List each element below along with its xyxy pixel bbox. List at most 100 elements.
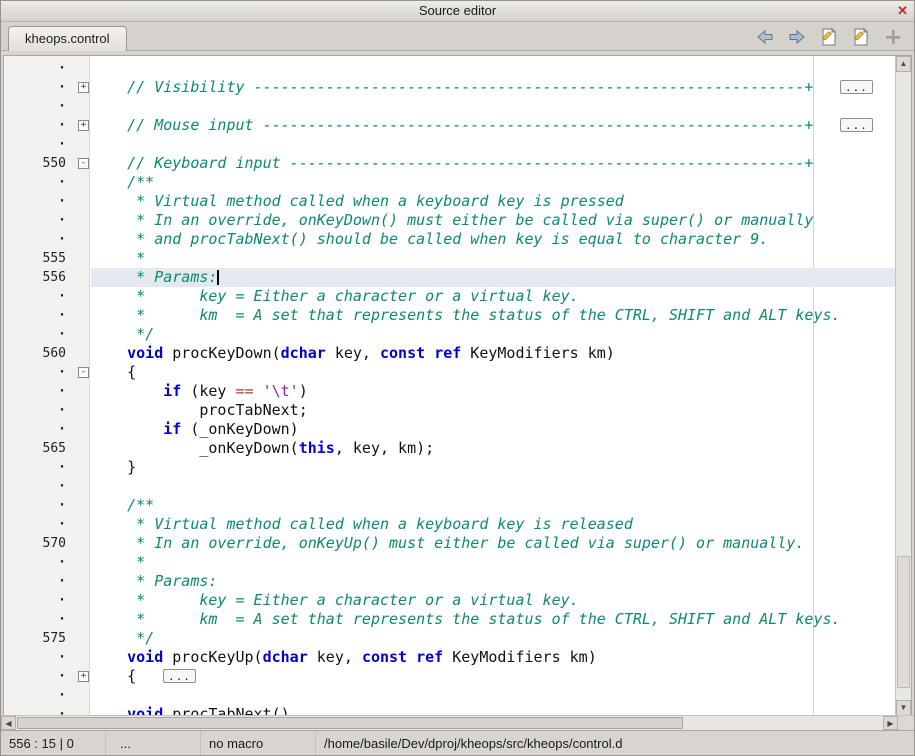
line-dot: ·: [4, 572, 66, 591]
code-token: ref: [434, 344, 461, 362]
gutter-row: ·: [4, 515, 89, 534]
gutter-row: ·: [4, 192, 89, 211]
code-line[interactable]: [91, 686, 895, 705]
code-line[interactable]: [91, 97, 895, 116]
window-title: Source editor: [419, 3, 496, 18]
horizontal-scroll-thumb[interactable]: [17, 717, 683, 729]
code-area[interactable]: // Visibility --------------------------…: [91, 56, 895, 716]
line-dot: ·: [4, 230, 66, 249]
collapsed-fold-ellipsis[interactable]: ...: [840, 80, 873, 94]
code-line[interactable]: procTabNext;: [91, 401, 895, 420]
line-dot: ·: [4, 553, 66, 572]
code-token: ): [299, 382, 308, 400]
line-number: 560: [4, 344, 66, 363]
code-line[interactable]: */: [91, 325, 895, 344]
line-dot: ·: [4, 173, 66, 192]
fold-expand-icon[interactable]: +: [78, 671, 89, 682]
go-forward-icon[interactable]: [786, 26, 808, 48]
detach-icon[interactable]: [882, 26, 904, 48]
code-line[interactable]: // Visibility --------------------------…: [91, 78, 895, 97]
fold-collapse-icon[interactable]: -: [78, 158, 89, 169]
gutter-row: 555: [4, 249, 89, 268]
code-line[interactable]: * In an override, onKeyDown() must eithe…: [91, 211, 895, 230]
editor[interactable]: ··+··+·550-····555556···560·-···565····5…: [3, 55, 912, 717]
code-line[interactable]: * Params:: [91, 572, 895, 591]
code-line[interactable]: [91, 135, 895, 154]
current-code-line[interactable]: * Params:: [91, 268, 895, 287]
fold-expand-icon[interactable]: +: [78, 120, 89, 131]
scroll-left-icon[interactable]: ◀: [1, 716, 16, 730]
code-line[interactable]: * In an override, onKeyUp() must either …: [91, 534, 895, 553]
source-editor-window: Source editor ✕ kheops.control: [0, 0, 915, 756]
collapsed-fold-ellipsis[interactable]: ...: [163, 669, 196, 683]
scroll-up-icon[interactable]: ▲: [896, 56, 911, 72]
code-line[interactable]: /**: [91, 496, 895, 515]
code-line[interactable]: }: [91, 458, 895, 477]
code-line[interactable]: */: [91, 629, 895, 648]
save-as-icon[interactable]: [850, 26, 872, 48]
code-line[interactable]: void procKeyUp(dchar key, const ref KeyM…: [91, 648, 895, 667]
code-token: */: [91, 325, 154, 343]
code-token: this: [299, 439, 335, 457]
code-token: dchar: [281, 344, 326, 362]
titlebar[interactable]: Source editor ✕: [1, 1, 914, 22]
code-line[interactable]: if (_onKeyDown): [91, 420, 895, 439]
code-line[interactable]: * and procTabNext() should be called whe…: [91, 230, 895, 249]
fold-collapse-icon[interactable]: -: [78, 367, 89, 378]
scroll-right-icon[interactable]: ▶: [883, 716, 898, 730]
code-token: * km = A set that represents the status …: [91, 306, 841, 324]
code-line[interactable]: {: [91, 363, 895, 382]
line-dot: ·: [4, 135, 66, 154]
code-line[interactable]: * km = A set that represents the status …: [91, 306, 895, 325]
code-token: * key = Either a character or a virtual …: [91, 287, 579, 305]
code-line[interactable]: * key = Either a character or a virtual …: [91, 287, 895, 306]
code-line[interactable]: *: [91, 553, 895, 572]
gutter: ··+··+·550-····555556···560·-···565····5…: [4, 56, 90, 716]
code-token: {: [91, 667, 136, 685]
code-token: , key, km);: [335, 439, 434, 457]
collapsed-fold-ellipsis[interactable]: ...: [840, 118, 873, 132]
code-line[interactable]: /**: [91, 173, 895, 192]
code-token: }: [91, 458, 136, 476]
tab-kheops-control[interactable]: kheops.control: [8, 26, 127, 51]
code-line[interactable]: void procKeyDown(dchar key, const ref Ke…: [91, 344, 895, 363]
gutter-row: ·: [4, 572, 89, 591]
code-token: * and procTabNext() should be called whe…: [91, 230, 768, 248]
fold-expand-icon[interactable]: +: [78, 82, 89, 93]
gutter-row: ·: [4, 420, 89, 439]
save-icon[interactable]: [818, 26, 840, 48]
line-number: 555: [4, 249, 66, 268]
gutter-row: 556: [4, 268, 89, 287]
vertical-scrollbar[interactable]: ▲ ▼: [895, 56, 911, 716]
line-dot: ·: [4, 496, 66, 515]
line-dot: ·: [4, 686, 66, 705]
code-token: '\t': [263, 382, 299, 400]
code-token: if: [163, 420, 181, 438]
code-token: _onKeyDown(: [91, 439, 299, 457]
code-line[interactable]: if (key == '\t'): [91, 382, 895, 401]
code-line[interactable]: [91, 59, 895, 78]
gutter-row: ·: [4, 591, 89, 610]
scroll-down-icon[interactable]: ▼: [896, 700, 911, 716]
code-line[interactable]: * Virtual method called when a keyboard …: [91, 192, 895, 211]
vertical-scroll-thumb[interactable]: [897, 556, 910, 688]
code-line[interactable]: * Virtual method called when a keyboard …: [91, 515, 895, 534]
code-line[interactable]: * key = Either a character or a virtual …: [91, 591, 895, 610]
line-dot: ·: [4, 458, 66, 477]
code-token: key,: [326, 344, 380, 362]
close-icon[interactable]: ✕: [897, 1, 908, 21]
code-line[interactable]: _onKeyDown(this, key, km);: [91, 439, 895, 458]
code-line[interactable]: * km = A set that represents the status …: [91, 610, 895, 629]
code-line[interactable]: {...: [91, 667, 895, 686]
code-token: const: [362, 648, 407, 666]
code-token: procKeyUp(: [163, 648, 262, 666]
gutter-row: ·: [4, 382, 89, 401]
code-token: const: [380, 344, 425, 362]
code-line[interactable]: // Mouse input -------------------------…: [91, 116, 895, 135]
code-token: * In an override, onKeyUp() must either …: [91, 534, 804, 552]
code-line[interactable]: *: [91, 249, 895, 268]
code-line[interactable]: [91, 477, 895, 496]
code-line[interactable]: // Keyboard input ----------------------…: [91, 154, 895, 173]
go-back-icon[interactable]: [754, 26, 776, 48]
horizontal-scrollbar[interactable]: ◀ ▶: [1, 715, 898, 730]
